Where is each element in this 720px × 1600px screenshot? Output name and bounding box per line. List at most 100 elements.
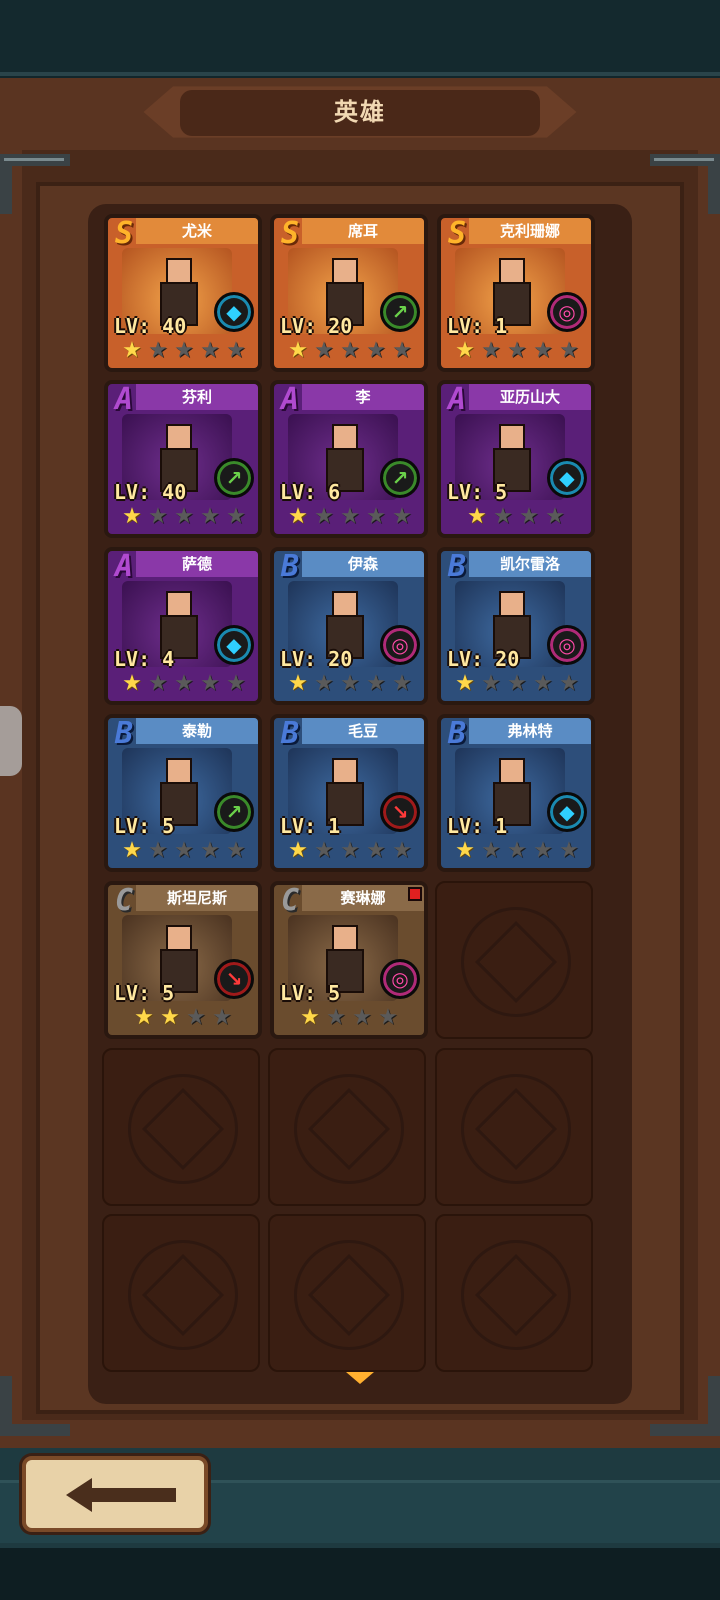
star-icon: ★ bbox=[148, 838, 168, 863]
hero-level: LV: 20 bbox=[447, 647, 520, 671]
rank-badge-icon: S bbox=[280, 216, 300, 251]
star-icon: ★ bbox=[288, 504, 308, 529]
star-icon: ★ bbox=[186, 1005, 206, 1030]
ranger-role-icon: ↗ bbox=[380, 292, 420, 332]
corner-bracket-icon bbox=[0, 154, 70, 214]
hero-sprite-head bbox=[499, 591, 525, 617]
star-icon: ★ bbox=[392, 671, 412, 696]
notification-dot-icon bbox=[408, 887, 422, 901]
star-rating: ★ ★ ★ ★ ★ bbox=[453, 840, 581, 862]
hero-card[interactable]: 席耳 S LV: 20 ↗ ★ ★ ★ ★ ★ bbox=[270, 214, 428, 372]
rank-badge-icon: A bbox=[114, 549, 134, 584]
star-icon: ★ bbox=[226, 504, 246, 529]
star-icon: ★ bbox=[200, 338, 220, 363]
side-character-peek bbox=[0, 706, 22, 776]
hero-card[interactable]: 泰勒 B LV: 5 ↗ ★ ★ ★ ★ ★ bbox=[104, 714, 262, 872]
bottom-strip bbox=[0, 1548, 720, 1600]
corner-bracket-icon bbox=[0, 1376, 70, 1442]
hero-name: 尤米 bbox=[136, 218, 258, 244]
star-icon: ★ bbox=[314, 504, 334, 529]
hero-card[interactable]: 弗林特 B LV: 1 ◆ ★ ★ ★ ★ ★ bbox=[437, 714, 595, 872]
rank-badge-icon: S bbox=[447, 216, 467, 251]
hero-level: LV: 5 bbox=[447, 480, 508, 504]
star-icon: ★ bbox=[455, 671, 475, 696]
star-icon: ★ bbox=[392, 838, 412, 863]
star-icon: ★ bbox=[507, 838, 527, 863]
empty-hero-slot bbox=[268, 1214, 426, 1372]
star-icon: ★ bbox=[467, 504, 487, 529]
hero-sprite-head bbox=[166, 258, 192, 284]
star-icon: ★ bbox=[174, 671, 194, 696]
hero-level: LV: 40 bbox=[114, 480, 187, 504]
hero-level: LV: 6 bbox=[280, 480, 341, 504]
star-icon: ★ bbox=[314, 838, 334, 863]
empty-hero-slot bbox=[102, 1214, 260, 1372]
star-icon: ★ bbox=[559, 838, 579, 863]
star-icon: ★ bbox=[160, 1005, 180, 1030]
hero-sprite-head bbox=[499, 758, 525, 784]
rank-badge-icon: A bbox=[280, 382, 300, 417]
star-icon: ★ bbox=[148, 504, 168, 529]
hero-sprite-head bbox=[332, 758, 358, 784]
back-button[interactable] bbox=[22, 1456, 208, 1532]
hero-card[interactable]: 伊森 B LV: 20 ◎ ★ ★ ★ ★ ★ bbox=[270, 547, 428, 705]
hero-name: 席耳 bbox=[302, 218, 424, 244]
rank-badge-icon: C bbox=[114, 883, 134, 918]
star-rating: ★ ★ ★ ★ ★ bbox=[286, 840, 414, 862]
corner-bracket-icon bbox=[650, 1376, 720, 1442]
hero-name: 泰勒 bbox=[136, 718, 258, 744]
hero-name: 亚历山大 bbox=[469, 384, 591, 410]
star-icon: ★ bbox=[533, 838, 553, 863]
hero-card[interactable]: 毛豆 B LV: 1 ↘ ★ ★ ★ ★ ★ bbox=[270, 714, 428, 872]
ranger-role-icon: ↗ bbox=[214, 792, 254, 832]
hero-name: 赛琳娜 bbox=[302, 885, 424, 911]
hero-name: 萨德 bbox=[136, 551, 258, 577]
star-icon: ★ bbox=[174, 504, 194, 529]
star-icon: ★ bbox=[340, 838, 360, 863]
star-rating: ★ ★ ★ ★ ★ bbox=[120, 340, 248, 362]
star-icon: ★ bbox=[340, 671, 360, 696]
empty-hero-slot bbox=[268, 1048, 426, 1206]
star-rating: ★ ★ ★ ★ ★ bbox=[286, 506, 414, 528]
star-icon: ★ bbox=[288, 671, 308, 696]
hero-sprite-head bbox=[166, 758, 192, 784]
hero-card[interactable]: 李 A LV: 6 ↗ ★ ★ ★ ★ ★ bbox=[270, 380, 428, 538]
star-icon: ★ bbox=[288, 338, 308, 363]
star-icon: ★ bbox=[455, 338, 475, 363]
star-icon: ★ bbox=[134, 1005, 154, 1030]
star-icon: ★ bbox=[352, 1005, 372, 1030]
hero-card[interactable]: 尤米 S LV: 40 ◆ ★ ★ ★ ★ ★ bbox=[104, 214, 262, 372]
empty-hero-slot bbox=[435, 881, 593, 1039]
hero-sprite-head bbox=[166, 591, 192, 617]
hero-card[interactable]: 芬利 A LV: 40 ↗ ★ ★ ★ ★ ★ bbox=[104, 380, 262, 538]
star-rating: ★ ★ ★ ★ ★ bbox=[453, 673, 581, 695]
star-icon: ★ bbox=[288, 838, 308, 863]
mage-role-icon: ◆ bbox=[214, 292, 254, 332]
star-icon: ★ bbox=[545, 504, 565, 529]
star-icon: ★ bbox=[481, 338, 501, 363]
hero-level: LV: 40 bbox=[114, 314, 187, 338]
hero-card[interactable]: 凯尔雷洛 B LV: 20 ◎ ★ ★ ★ ★ ★ bbox=[437, 547, 595, 705]
hero-card[interactable]: 萨德 A LV: 4 ◆ ★ ★ ★ ★ ★ bbox=[104, 547, 262, 705]
hero-level: LV: 5 bbox=[280, 981, 341, 1005]
star-icon: ★ bbox=[481, 671, 501, 696]
hero-level: LV: 5 bbox=[114, 814, 175, 838]
hero-level: LV: 1 bbox=[447, 814, 508, 838]
star-icon: ★ bbox=[455, 838, 475, 863]
hero-name: 毛豆 bbox=[302, 718, 424, 744]
hero-card[interactable]: 赛琳娜 C LV: 5 ◎ ★ ★ ★ ★ bbox=[270, 881, 428, 1039]
hero-card[interactable]: 斯坦尼斯 C LV: 5 ↘ ★ ★ ★ ★ bbox=[104, 881, 262, 1039]
star-icon: ★ bbox=[481, 838, 501, 863]
scroll-down-icon[interactable] bbox=[346, 1372, 374, 1384]
star-icon: ★ bbox=[507, 671, 527, 696]
star-icon: ★ bbox=[559, 338, 579, 363]
star-icon: ★ bbox=[340, 338, 360, 363]
hero-sprite-head bbox=[332, 424, 358, 450]
hero-card[interactable]: 亚历山大 A LV: 5 ◆ ★ ★ ★ ★ bbox=[437, 380, 595, 538]
hero-sprite-head bbox=[499, 258, 525, 284]
hero-card[interactable]: 克利珊娜 S LV: 1 ◎ ★ ★ ★ ★ ★ bbox=[437, 214, 595, 372]
empty-hero-slot bbox=[435, 1048, 593, 1206]
star-icon: ★ bbox=[392, 338, 412, 363]
star-icon: ★ bbox=[226, 671, 246, 696]
rank-badge-icon: B bbox=[447, 549, 467, 584]
